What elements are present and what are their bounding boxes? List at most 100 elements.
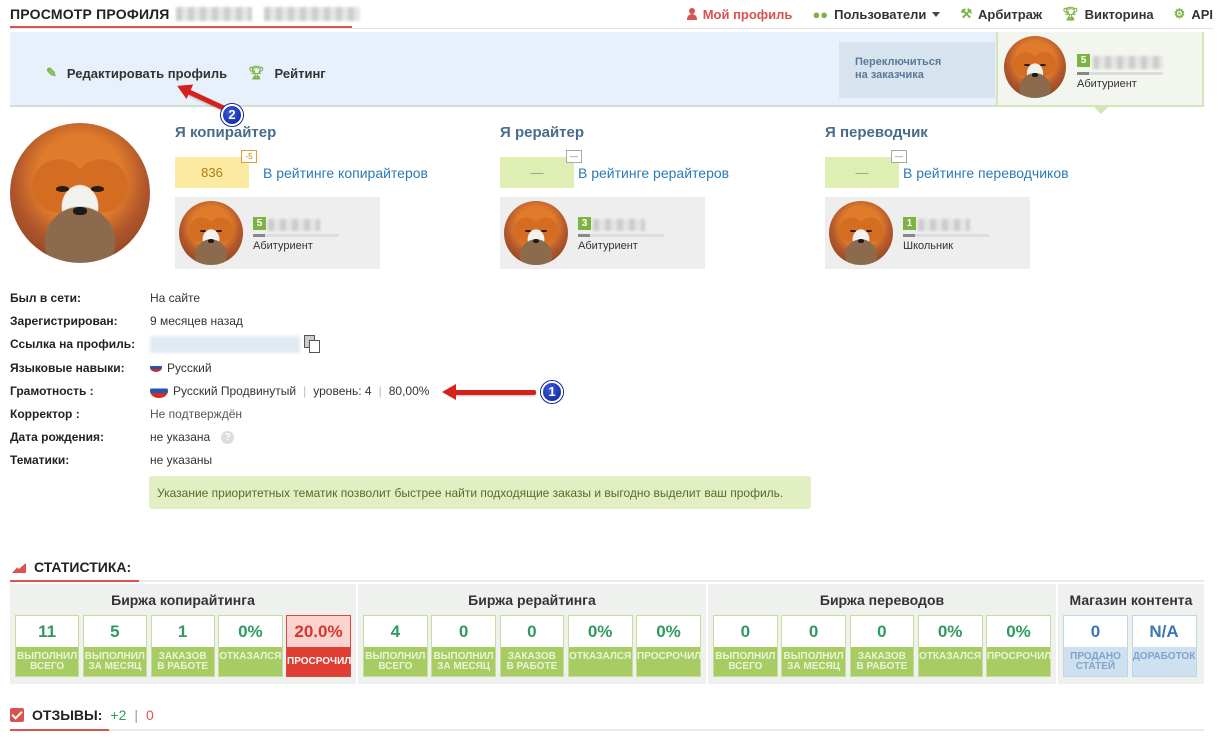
avatar [179, 201, 243, 265]
stat-value: 0 [1090, 622, 1101, 641]
reviews-heading-label[interactable]: ОТЗЫВЫ: [32, 707, 102, 723]
stat-label: просрочил [287, 647, 352, 676]
stat-value: 11 [38, 622, 57, 641]
stat-value: 20.0% [287, 616, 350, 647]
info-birthdate: Дата рождения: не указана ? [10, 430, 830, 453]
divider [10, 28, 1213, 29]
rating-link[interactable]: 🏆︎ Рейтинг [248, 65, 326, 81]
rank-label: Абитуриент [253, 240, 313, 252]
chart-icon [10, 561, 26, 573]
annotation-arrow [442, 384, 536, 400]
page-title: ПРОСМОТР ПРОФИЛЯ [10, 6, 170, 22]
info-label: Тематики: [10, 453, 70, 468]
literacy-language: Русский Продвинутый [173, 383, 297, 398]
checkbox-icon [10, 708, 24, 722]
info-label: Дата рождения: [10, 430, 105, 445]
stat-label-line2: всего [378, 661, 413, 672]
user-card[interactable]: 1 Школьник [825, 197, 1030, 269]
nav-my-profile[interactable]: Мой профиль [686, 6, 792, 22]
stats-block-title: Магазин контента [1069, 592, 1193, 608]
info-label: Языковые навыки: [10, 360, 125, 375]
username-redacted [264, 7, 360, 21]
help-icon[interactable]: ? [221, 430, 235, 444]
switch-to-customer-button[interactable]: Переключиться на заказчика [839, 42, 995, 98]
stat-value: 5 [110, 622, 120, 641]
literacy-value: Русский Продвинутый | уровень: 4 | 80,00% [150, 383, 430, 398]
stat-label: отказался [568, 647, 632, 676]
literacy-percent: 80,00% [388, 383, 430, 398]
edit-profile-link[interactable]: ✎ Редактировать профиль [46, 65, 227, 81]
username-redacted [176, 7, 252, 21]
rating-score: — [500, 157, 574, 188]
score-change-badge: — [566, 150, 582, 163]
info-label: Был в сети: [10, 291, 81, 305]
stat-card: 20.0% просрочил [286, 615, 351, 677]
stat-label: выполнил за месяц [432, 647, 495, 676]
spec-title[interactable]: Я переводчик [825, 124, 1125, 141]
stat-card: 5 выполнил за месяц [82, 615, 147, 677]
info-registered: Зарегистрирован: 9 месяцев назад [10, 314, 830, 337]
stat-label: выполнил всего [16, 647, 79, 676]
russia-flag-icon [150, 383, 168, 398]
user-card[interactable]: 5 Абитуриент [175, 197, 380, 269]
stat-value: 0 [808, 622, 819, 641]
stat-label-line2: в работе [157, 661, 208, 672]
stat-card: 0 заказов в работе [849, 615, 915, 677]
user-icon [686, 8, 697, 20]
rating-link[interactable]: В рейтинге рерайтеров [578, 165, 729, 181]
info-online: Был в сети: На сайте [10, 291, 830, 314]
nav-label: Пользователи [834, 6, 927, 22]
stat-card: 1 заказов в работе [150, 615, 215, 677]
stats-panel: Биржа копирайтинга 11 выполнил всего 5 выполн… [10, 584, 1204, 684]
nav-quiz[interactable]: 🏆︎ Викторина [1062, 6, 1154, 22]
stat-card: 0 продано статей [1063, 615, 1128, 677]
stat-card: 0% отказался [567, 615, 633, 677]
edit-profile-label: Редактировать профиль [66, 65, 228, 81]
stat-label-line1: отказался [219, 651, 282, 662]
username-redacted [1093, 56, 1163, 69]
stat-label-line1: просрочил [287, 656, 352, 667]
spec-title[interactable]: Я рерайтер [500, 124, 800, 141]
stat-card: 11 выполнил всего [15, 615, 80, 677]
stat-value: 0 [527, 622, 537, 641]
spec-title[interactable]: Я копирайтер [175, 124, 475, 141]
nav-label: Арбитраж [978, 6, 1043, 22]
stat-card: 0% просрочил [636, 615, 701, 677]
level-progress [903, 234, 989, 237]
current-account-card[interactable]: 5 Абитуриент [996, 32, 1204, 107]
top-bar: ПРОСМОТР ПРОФИЛЯ Мой профиль ●● Пользова… [10, 0, 1213, 28]
stat-card: 0 заказов в работе [499, 615, 565, 677]
stat-label: заказов в работе [850, 647, 914, 676]
rating-link[interactable]: В рейтинге копирайтеров [263, 165, 428, 181]
stat-label-line1: просрочил [637, 651, 702, 662]
nav-arbitration[interactable]: ⚒ Арбитраж [960, 6, 1042, 22]
pencil-icon: ✎ [46, 65, 57, 80]
stat-value: 0 [458, 622, 469, 641]
level-progress [1077, 72, 1163, 75]
rating-link[interactable]: В рейтинге переводчиков [903, 165, 1069, 181]
copy-icon[interactable] [304, 335, 320, 353]
stat-label-line2: всего [728, 661, 763, 672]
username-redacted [918, 219, 970, 231]
stats-block-title: Биржа рерайтинга [468, 592, 596, 608]
stat-label: отказался [918, 647, 982, 676]
stat-label: заказов в работе [151, 647, 214, 676]
nav-users[interactable]: ●● Пользователи [812, 6, 941, 22]
stats-block-title: Биржа копирайтинга [111, 592, 255, 608]
reviews-negative[interactable]: 0 [146, 707, 154, 723]
info-languages: Языковые навыки: Русский [10, 361, 830, 384]
nav-api[interactable]: ⚙ API [1174, 6, 1213, 22]
reviews-positive[interactable]: +2 [110, 707, 126, 723]
stat-card: 0 выполнил за месяц [431, 615, 496, 677]
info-label: Зарегистрирован: [10, 314, 118, 329]
stat-card: 0% отказался [917, 615, 983, 677]
user-card[interactable]: 3 Абитуриент [500, 197, 705, 269]
username-redacted [268, 219, 320, 231]
stat-card: N/A доработок [1131, 615, 1197, 677]
gear-icon: ⚙ [1173, 6, 1186, 21]
chevron-down-icon [932, 11, 941, 17]
info-literacy: Грамотность : Русский Продвинутый | урове… [10, 383, 830, 407]
profile-avatar [10, 123, 150, 263]
rank-label: Абитуриент [578, 240, 638, 252]
users-icon: ●● [812, 6, 829, 22]
